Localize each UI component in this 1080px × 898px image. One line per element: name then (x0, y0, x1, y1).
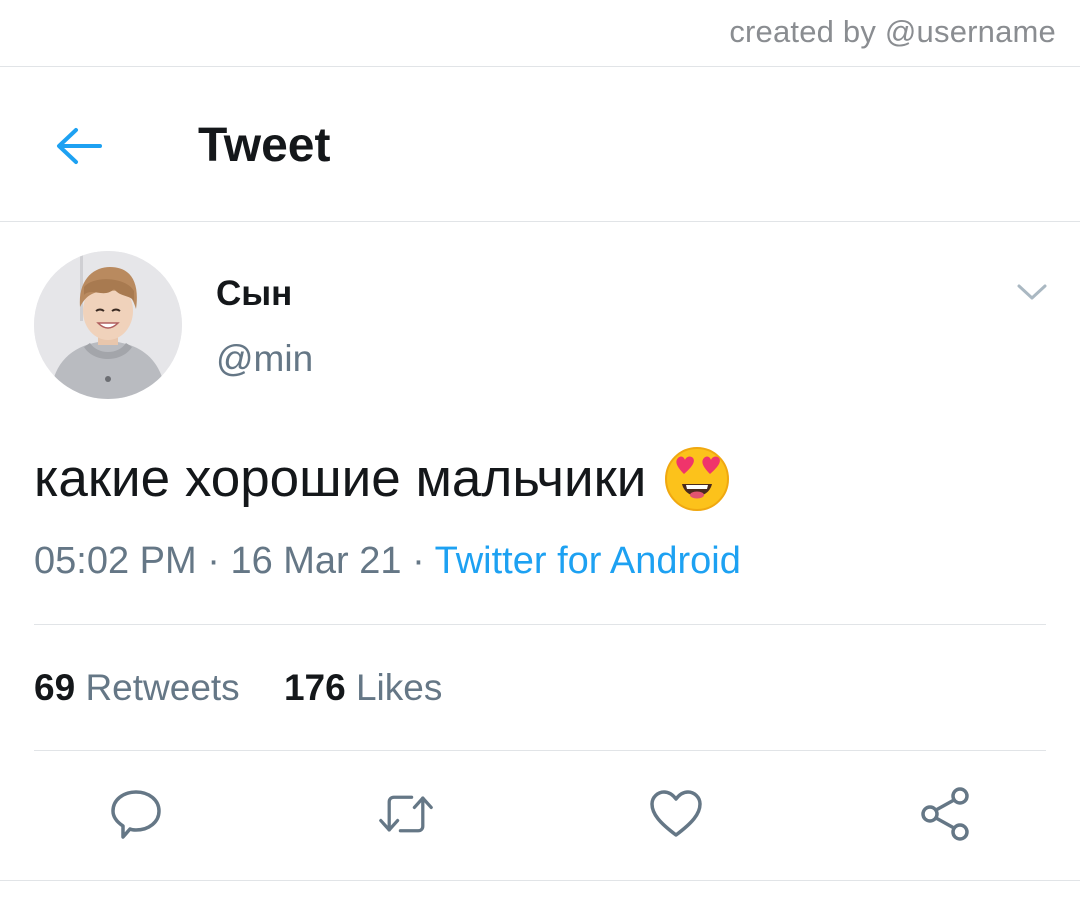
share-icon (921, 787, 969, 841)
tweet-meta: 05:02 PM · 16 Mar 21 · Twitter for Andro… (34, 540, 741, 583)
likes-label: Likes (355, 667, 443, 708)
page-title: Tweet (198, 119, 331, 172)
reply-icon (111, 790, 161, 839)
heart-icon (650, 790, 702, 837)
likes-stat[interactable]: 176 Likes (284, 667, 442, 709)
arrow-left-icon (57, 128, 102, 164)
tweet-body: какие хорошие мальчики (34, 449, 647, 508)
meta-separator: · (207, 540, 220, 582)
tweet-time: 05:02 PM (34, 540, 197, 582)
retweets-label: Retweets (85, 667, 240, 708)
retweets-count: 69 (34, 667, 76, 708)
tweet-date: 16 Mar 21 (230, 540, 402, 582)
divider (0, 66, 1080, 67)
tweet-text: какие хорошие мальчики (34, 446, 730, 512)
avatar[interactable] (34, 251, 182, 399)
avatar-photo (34, 251, 182, 399)
retweet-button[interactable] (378, 786, 434, 842)
share-button[interactable] (918, 786, 974, 842)
like-button[interactable] (648, 786, 704, 842)
meta-separator: · (412, 540, 425, 582)
divider (34, 750, 1046, 751)
tweet-stats: 69 Retweets 176 Likes (34, 667, 442, 709)
retweets-stat[interactable]: 69 Retweets (34, 667, 240, 709)
heart-eyes-emoji-icon (664, 446, 730, 512)
author-handle[interactable]: @min (216, 338, 313, 380)
retweet-icon (379, 795, 433, 833)
divider (0, 221, 1080, 222)
author-display-name[interactable]: Сын (216, 274, 292, 314)
divider (0, 880, 1080, 881)
tweet-detail-screen: created by @username Tweet Сын @min каки… (0, 0, 1080, 898)
more-options-button[interactable] (1010, 274, 1054, 310)
chevron-down-icon (1017, 284, 1047, 300)
divider (34, 624, 1046, 625)
tweet-source-link[interactable]: Twitter for Android (435, 540, 741, 582)
back-button[interactable] (50, 118, 106, 174)
reply-button[interactable] (108, 786, 164, 842)
watermark-text: created by @username (729, 14, 1056, 49)
likes-count: 176 (283, 667, 346, 708)
